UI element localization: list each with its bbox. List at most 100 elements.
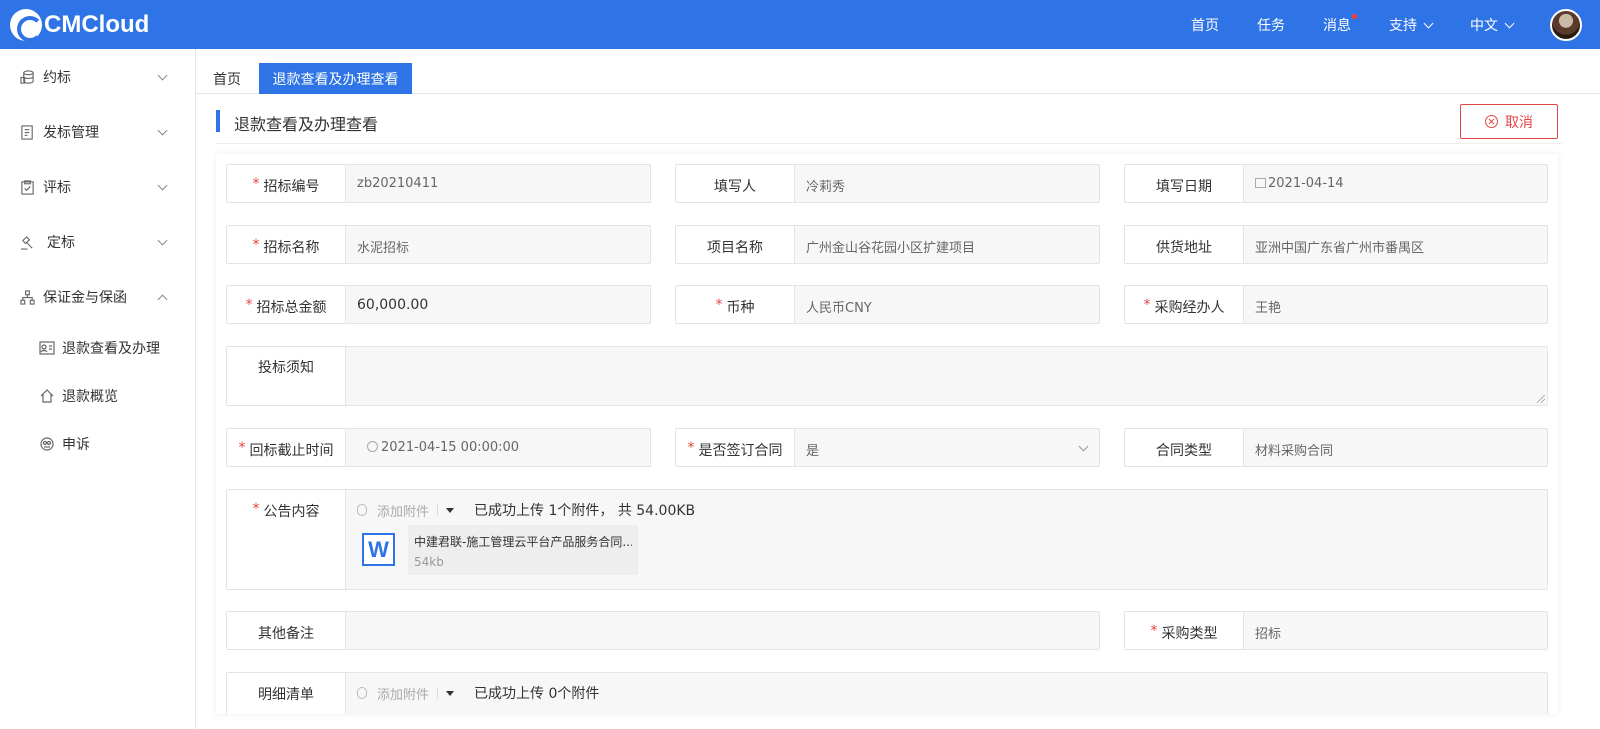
bid-name-value[interactable]: 水泥招标 <box>357 237 409 256</box>
clipboard-check-icon <box>21 179 34 195</box>
appeal-icon <box>40 437 54 451</box>
document-icon <box>21 124 33 140</box>
id-card-icon <box>39 341 55 355</box>
sidebar-item-refund-view[interactable]: 退款查看及办理 <box>0 330 196 366</box>
clock-icon <box>367 441 378 452</box>
attachment-card[interactable]: W 中建君联-施工管理云平台产品服务合同... 54kb <box>362 525 642 575</box>
chevron-down-icon <box>157 125 168 136</box>
label-text: 采购类型 <box>1161 626 1218 642</box>
fill-date-value[interactable]: 2021-04-14 <box>1255 176 1344 191</box>
chevron-down-icon <box>157 235 168 246</box>
nav-messages[interactable]: 消息 <box>1323 13 1357 35</box>
bid-no-value[interactable]: zb20210411 <box>357 176 438 191</box>
sidebar-item-label: 约标 <box>43 70 71 86</box>
label-text: 公告内容 <box>263 504 320 520</box>
label-text: 是否签订合同 <box>698 443 783 459</box>
paperclip-icon <box>357 687 367 699</box>
separator <box>437 504 439 516</box>
total-amount-value[interactable]: 60,000.00 <box>357 297 428 313</box>
field-sign-contract: * 是否签订合同 是 <box>675 428 1100 467</box>
user-avatar[interactable] <box>1550 8 1582 41</box>
main-content: 退款查看及办理查看 取消 * 招标编号 zb20210411 填写人 冷莉秀 填写… <box>196 94 1600 729</box>
label-text: 招标名称 <box>263 240 320 256</box>
field-label: * 是否签订合同 <box>676 429 795 466</box>
resize-handle[interactable] <box>1537 395 1545 403</box>
cancel-button[interactable]: 取消 <box>1460 104 1558 139</box>
chevron-up-icon <box>157 294 168 305</box>
form-card: * 招标编号 zb20210411 填写人 冷莉秀 填写日期 2021-04-14… <box>216 154 1558 714</box>
purchaser-value[interactable]: 王艳 <box>1255 297 1281 316</box>
chevron-down-icon <box>1423 18 1434 28</box>
required-mark: * <box>1150 623 1158 639</box>
sidebar-item-publish[interactable]: 发标管理 <box>0 112 196 152</box>
attachment-name: 中建君联-施工管理云平台产品服务合同... <box>414 535 632 549</box>
divider <box>216 143 1562 144</box>
attachment-info: 中建君联-施工管理云平台产品服务合同... 54kb <box>408 525 638 575</box>
sidebar-item-yuebiao[interactable]: 约标 <box>0 57 196 97</box>
top-bar: CMCloud 首页 任务 消息 支持 中文 <box>0 0 1600 49</box>
tab-home[interactable]: 首页 <box>204 63 250 94</box>
field-project-name: 项目名称 广州金山谷花园小区扩建项目 <box>675 225 1100 264</box>
sidebar-item-appeal[interactable]: 申诉 <box>0 426 196 462</box>
filler-value[interactable]: 冷莉秀 <box>806 176 845 195</box>
sidebar: 约标 发标管理 评标 定标 保证金与保函 退款查看及办理 退款概览 申诉 <box>0 49 196 729</box>
currency-value[interactable]: 人民币CNY <box>806 297 872 316</box>
field-label: * 招标编号 <box>227 165 346 202</box>
word-doc-icon: W <box>362 533 395 566</box>
field-label: 项目名称 <box>676 226 795 263</box>
label-text: 币种 <box>726 300 755 316</box>
sidebar-item-refund-overview[interactable]: 退款概览 <box>0 378 196 414</box>
dropdown-triangle-icon[interactable] <box>446 690 455 696</box>
field-filler: 填写人 冷莉秀 <box>675 164 1100 203</box>
deadline-value[interactable]: 2021-04-15 00:00:00 <box>367 440 519 455</box>
required-mark: * <box>252 501 260 517</box>
field-label: * 币种 <box>676 286 795 323</box>
chevron-down-icon[interactable] <box>1078 441 1089 452</box>
field-deadline: * 回标截止时间 2021-04-15 00:00:00 <box>226 428 651 467</box>
page-title: 退款查看及办理查看 <box>234 115 379 134</box>
field-currency: * 币种 人民币CNY <box>675 285 1100 324</box>
coins-icon <box>20 69 34 84</box>
field-contract-type: 合同类型 材料采购合同 <box>1124 428 1548 467</box>
sign-contract-select[interactable]: 是 <box>806 440 819 459</box>
nav-support-label: 支持 <box>1389 17 1417 34</box>
field-other-notes: 其他备注 <box>226 611 1100 650</box>
contract-type-value[interactable]: 材料采购合同 <box>1255 440 1333 459</box>
close-circle-icon <box>1485 115 1498 128</box>
sidebar-item-label: 评标 <box>43 180 71 196</box>
field-label: * 公告内容 <box>227 490 346 589</box>
nav-home[interactable]: 首页 <box>1191 15 1219 35</box>
field-fill-date: 填写日期 2021-04-14 <box>1124 164 1548 203</box>
required-mark: * <box>252 176 260 192</box>
sidebar-item-label: 发标管理 <box>43 125 99 141</box>
field-label: 供货地址 <box>1125 226 1244 263</box>
required-mark: * <box>245 297 253 313</box>
brand-logo[interactable]: CMCloud <box>10 9 149 42</box>
separator <box>437 687 439 699</box>
tab-refund-view[interactable]: 退款查看及办理查看 <box>259 63 412 94</box>
nav-language[interactable]: 中文 <box>1470 15 1515 35</box>
nav-tasks[interactable]: 任务 <box>1257 15 1285 35</box>
cancel-label: 取消 <box>1505 114 1533 131</box>
label-text: 招标编号 <box>263 179 320 195</box>
field-label: 填写日期 <box>1125 165 1244 202</box>
add-attachment-button[interactable]: 添加附件 <box>377 684 429 703</box>
field-announcement: * 公告内容 添加附件 已成功上传 1个附件， 共 54.00KB W 中建君联-… <box>226 489 1548 590</box>
sidebar-item-label: 申诉 <box>62 437 90 453</box>
field-label: 其他备注 <box>227 612 346 649</box>
sidebar-item-label: 定标 <box>47 235 75 251</box>
calendar-icon <box>1255 178 1266 188</box>
upload-status: 已成功上传 1个附件， 共 54.00KB <box>474 503 696 519</box>
required-mark: * <box>252 237 260 253</box>
sidebar-item-deposit[interactable]: 保证金与保函 <box>0 277 196 317</box>
dropdown-triangle-icon[interactable] <box>446 507 455 513</box>
paperclip-icon <box>357 504 367 516</box>
purchase-type-value[interactable]: 招标 <box>1255 623 1281 642</box>
sidebar-item-label: 退款概览 <box>62 389 118 405</box>
sidebar-item-award[interactable]: 定标 <box>0 222 196 262</box>
add-attachment-button[interactable]: 添加附件 <box>377 501 429 520</box>
nav-support[interactable]: 支持 <box>1389 15 1434 35</box>
supply-address-value[interactable]: 亚洲中国广东省广州市番禺区 <box>1255 237 1424 256</box>
sidebar-item-evaluate[interactable]: 评标 <box>0 167 196 207</box>
project-name-value[interactable]: 广州金山谷花园小区扩建项目 <box>806 237 975 256</box>
